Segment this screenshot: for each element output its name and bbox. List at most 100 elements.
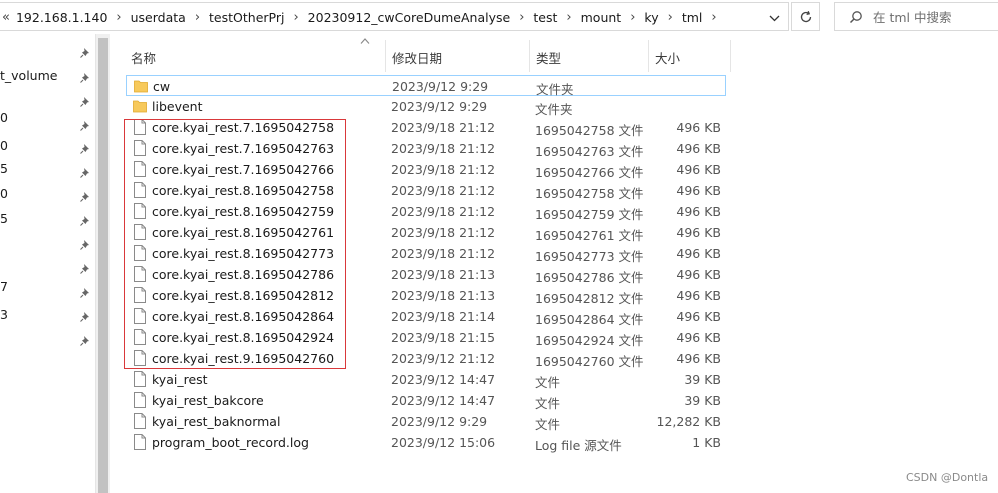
file-row[interactable]: core.kyai_rest.8.1695042759 2023/9/18 21:… [126, 201, 726, 222]
file-icon [134, 329, 146, 345]
nav-item[interactable]: 0 [0, 138, 8, 153]
file-size: 496 KB [676, 351, 721, 366]
file-date-modified: 2023/9/18 21:12 [391, 162, 496, 177]
file-row[interactable]: core.kyai_rest.8.1695042786 2023/9/18 21:… [126, 264, 726, 285]
nav-item[interactable]: t_volume [0, 68, 57, 83]
column-size[interactable]: 大小 [655, 48, 680, 67]
file-icon [134, 182, 146, 198]
file-icon [134, 224, 146, 240]
chevron-right-icon[interactable]: › [195, 10, 200, 25]
file-row[interactable]: core.kyai_rest.8.1695042924 2023/9/18 21:… [126, 327, 726, 348]
file-size: 496 KB [676, 246, 721, 261]
file-size: 496 KB [676, 120, 721, 135]
column-divider[interactable] [529, 40, 530, 72]
file-icon [134, 266, 146, 282]
pin-icon[interactable] [79, 311, 91, 323]
pin-icon[interactable] [79, 47, 91, 59]
file-name: core.kyai_rest.8.1695042759 [152, 204, 335, 219]
pin-icon[interactable] [79, 143, 91, 155]
chevron-right-icon[interactable]: › [711, 10, 716, 25]
chevron-right-icon[interactable]: › [630, 10, 635, 25]
breadcrumb-item[interactable]: tml [682, 10, 703, 25]
file-date-modified: 2023/9/18 21:13 [391, 288, 496, 303]
pin-icon[interactable] [79, 191, 91, 203]
column-date-modified[interactable]: 修改日期 [392, 48, 442, 67]
pin-icon[interactable] [79, 263, 91, 275]
address-dropdown-button[interactable] [764, 7, 784, 29]
refresh-button[interactable] [791, 2, 820, 31]
file-row[interactable]: core.kyai_rest.7.1695042766 2023/9/18 21:… [126, 159, 726, 180]
file-date-modified: 2023/9/18 21:12 [391, 120, 496, 135]
file-row[interactable]: core.kyai_rest.7.1695042758 2023/9/18 21:… [126, 117, 726, 138]
nav-item[interactable]: 5 [0, 211, 8, 226]
chevron-right-icon[interactable]: › [293, 10, 298, 25]
file-icon [134, 413, 146, 429]
column-divider[interactable] [385, 40, 386, 72]
folder-row[interactable]: libevent 2023/9/12 9:29 文件夹 [126, 96, 726, 117]
file-size: 496 KB [676, 288, 721, 303]
file-row[interactable]: core.kyai_rest.8.1695042761 2023/9/18 21:… [126, 222, 726, 243]
nav-item[interactable]: 3 [0, 307, 8, 322]
file-date-modified: 2023/9/18 21:12 [391, 204, 496, 219]
breadcrumb-item[interactable]: test [533, 10, 557, 25]
pin-icon[interactable] [79, 215, 91, 227]
file-size: 496 KB [676, 141, 721, 156]
chevron-right-icon[interactable]: › [566, 10, 571, 25]
file-type: 文件 [535, 375, 561, 390]
pin-icon[interactable] [79, 287, 91, 299]
chevron-right-icon[interactable]: › [668, 10, 673, 25]
file-name: kyai_rest_baknormal [152, 414, 281, 429]
file-row[interactable]: core.kyai_rest.8.1695042773 2023/9/18 21:… [126, 243, 726, 264]
nav-item[interactable]: 7 [0, 279, 8, 294]
file-row[interactable]: core.kyai_rest.8.1695042812 2023/9/18 21:… [126, 285, 726, 306]
file-type: Log file 源文件 [535, 438, 622, 453]
pin-icon[interactable] [79, 72, 91, 84]
file-date-modified: 2023/9/12 14:47 [391, 372, 496, 387]
file-row[interactable]: core.kyai_rest.7.1695042763 2023/9/18 21:… [126, 138, 726, 159]
column-type[interactable]: 类型 [536, 48, 561, 67]
column-name[interactable]: 名称 [131, 48, 156, 67]
nav-scrollbar[interactable] [95, 34, 110, 493]
nav-item[interactable]: 0 [0, 110, 8, 125]
nav-item[interactable]: 5 [0, 161, 8, 176]
pin-icon[interactable] [79, 167, 91, 179]
breadcrumb-item[interactable]: 192.168.1.140 [16, 10, 107, 25]
pin-icon[interactable] [79, 335, 91, 347]
search-icon [849, 10, 862, 23]
column-divider[interactable] [648, 40, 649, 72]
column-divider[interactable] [730, 40, 731, 72]
file-date-modified: 2023/9/12 9:29 [391, 99, 488, 114]
file-row[interactable]: kyai_rest_bakcore 2023/9/12 14:47 文件 39 KB [126, 390, 726, 411]
pin-icon[interactable] [79, 239, 91, 251]
file-row[interactable]: kyai_rest_baknormal 2023/9/12 9:29 文件 12,28… [126, 411, 726, 432]
breadcrumb-item[interactable]: testOtherPrj [209, 10, 284, 25]
file-type: 文件夹 [535, 102, 573, 117]
breadcrumb-item[interactable]: userdata [131, 10, 186, 25]
file-row[interactable]: core.kyai_rest.9.1695042760 2023/9/12 21:… [126, 348, 726, 369]
file-icon [134, 245, 146, 261]
scrollbar-thumb[interactable] [98, 38, 108, 493]
pin-icon[interactable] [79, 120, 91, 132]
file-date-modified: 2023/9/18 21:15 [391, 330, 496, 345]
file-row[interactable]: program_boot_record.log 2023/9/12 15:06 Lo… [126, 432, 726, 453]
file-row[interactable]: core.kyai_rest.8.1695042758 2023/9/18 21:… [126, 180, 726, 201]
file-size: 496 KB [676, 225, 721, 240]
chevron-right-icon[interactable]: › [116, 10, 121, 25]
address-bar[interactable]: « 192.168.1.140 › userdata › testOtherPrj › 20… [0, 2, 789, 31]
breadcrumb-item[interactable]: ky [644, 10, 658, 25]
file-row[interactable]: core.kyai_rest.8.1695042864 2023/9/18 21:… [126, 306, 726, 327]
refresh-icon [800, 10, 811, 22]
file-name: core.kyai_rest.7.1695042766 [152, 162, 335, 177]
chevron-right-icon[interactable]: › [519, 10, 524, 25]
pin-icon[interactable] [79, 96, 91, 108]
search-box[interactable]: 在 tml 中搜索 [834, 2, 998, 31]
file-name: cw [153, 79, 171, 94]
breadcrumb-item[interactable]: 20230912_cwCoreDumeAnalyse [308, 10, 511, 25]
overflow-crumb-button[interactable]: « [2, 10, 10, 25]
file-icon [134, 119, 146, 135]
breadcrumb-item[interactable]: mount [581, 10, 622, 25]
folder-row[interactable]: cw 2023/9/12 9:29 文件夹 [126, 75, 726, 97]
file-row[interactable]: kyai_rest 2023/9/12 14:47 文件 39 KB [126, 369, 726, 390]
sort-up-icon [360, 38, 370, 44]
nav-item[interactable]: 0 [0, 186, 8, 201]
